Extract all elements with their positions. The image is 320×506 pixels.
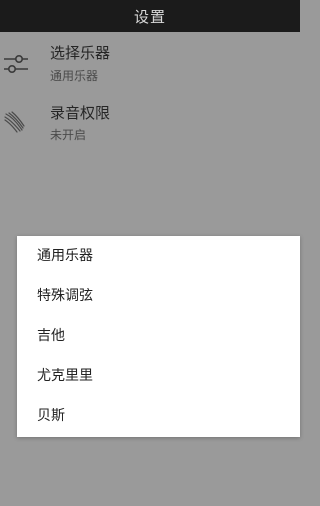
option-bass[interactable]: 贝斯 [17,396,300,436]
setting-title: 选择乐器 [50,44,111,62]
instrument-picker-dialog: 通用乐器 特殊调弦 吉他 尤克里里 贝斯 [17,236,300,437]
setting-record-permission[interactable]: 录音权限 未开启 [0,94,300,156]
page-title: 设置 [133,7,166,26]
microphone-icon [4,111,25,133]
option-general-instrument[interactable]: 通用乐器 [17,236,300,276]
setting-value: 通用乐器 [50,69,99,83]
sliders-icon [4,55,28,74]
title-bar: 设置 [0,0,300,32]
option-special-tuning[interactable]: 特殊调弦 [17,276,300,316]
settings-list: 选择乐器 通用乐器 录音权限 未开启 [0,32,300,156]
option-guitar[interactable]: 吉他 [17,316,300,356]
setting-choose-instrument[interactable]: 选择乐器 通用乐器 [0,32,300,94]
setting-value: 未开启 [50,128,87,142]
setting-title: 录音权限 [50,104,111,122]
option-ukulele[interactable]: 尤克里里 [17,356,300,396]
